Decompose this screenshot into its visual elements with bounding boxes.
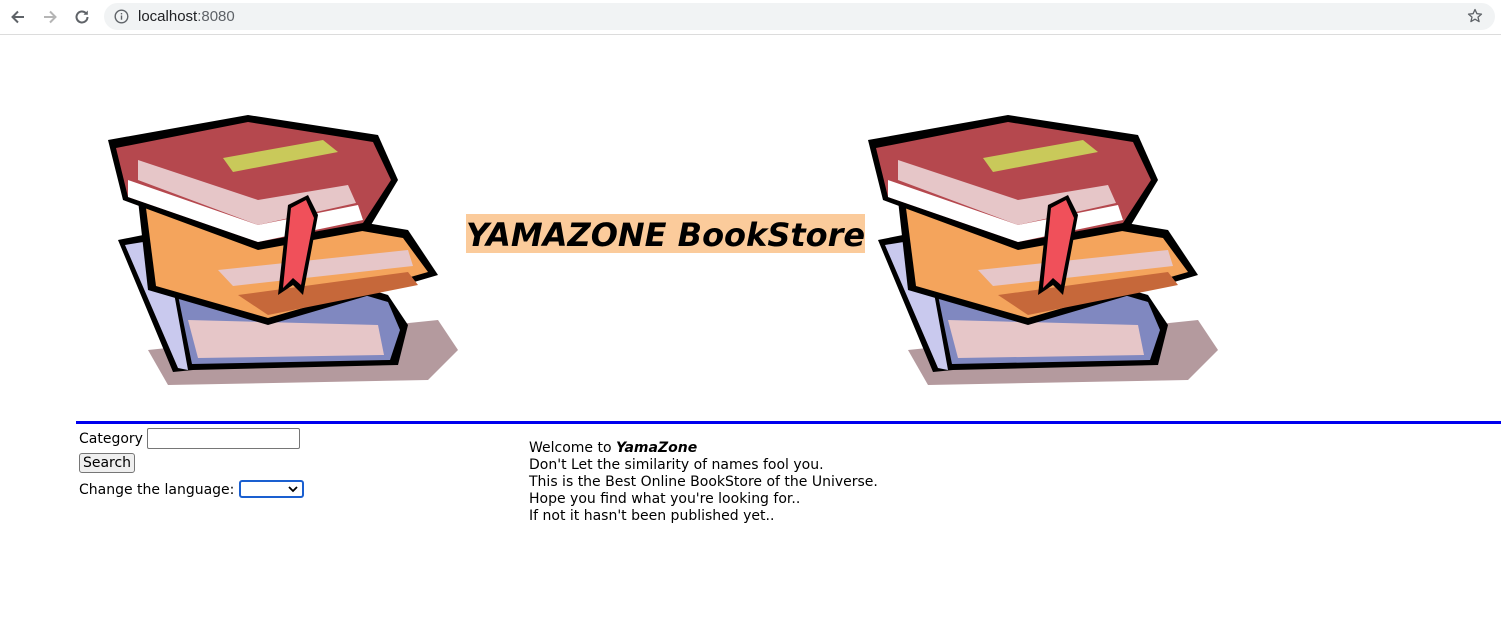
category-input[interactable]	[147, 428, 300, 449]
star-icon[interactable]	[1467, 8, 1483, 24]
title-banner: YAMAZONE BookStore	[466, 214, 866, 254]
books-stack-image-right	[868, 115, 1218, 385]
category-label: Category	[79, 431, 143, 447]
chevron-down-icon	[288, 486, 298, 493]
page-title: YAMAZONE BookStore	[466, 216, 866, 254]
back-button[interactable]	[7, 6, 29, 28]
reload-icon	[75, 10, 89, 24]
url-port: :8080	[197, 8, 235, 25]
forward-button[interactable]	[39, 6, 61, 28]
welcome-line: This is the Best Online BookStore of the…	[529, 474, 878, 490]
welcome-line: Don't Let the similarity of names fool y…	[529, 457, 824, 473]
books-stack-image-left	[108, 115, 458, 385]
welcome-line: If not it hasn't been published yet..	[529, 508, 775, 524]
url-host: localhost	[138, 8, 198, 25]
language-select[interactable]	[239, 480, 304, 498]
url-text: localhost:8080	[138, 8, 235, 25]
brand-name: YamaZone	[616, 440, 698, 456]
address-bar[interactable]: localhost:8080	[104, 3, 1495, 30]
welcome-message: Welcome to YamaZone Don't Let the simila…	[529, 440, 878, 525]
search-button[interactable]: Search	[79, 453, 135, 473]
browser-toolbar: localhost:8080	[0, 0, 1501, 35]
arrow-right-icon	[44, 10, 57, 24]
arrow-left-icon	[11, 10, 24, 24]
welcome-prefix: Welcome to	[529, 440, 616, 456]
header-divider	[76, 421, 1501, 424]
reload-button[interactable]	[71, 6, 93, 28]
page-header: YAMAZONE BookStore	[0, 35, 1501, 422]
welcome-line: Hope you find what you're looking for..	[529, 491, 801, 507]
language-label: Change the language:	[79, 482, 235, 498]
info-icon[interactable]	[114, 9, 129, 24]
welcome-heading: Welcome to YamaZone	[529, 440, 878, 457]
